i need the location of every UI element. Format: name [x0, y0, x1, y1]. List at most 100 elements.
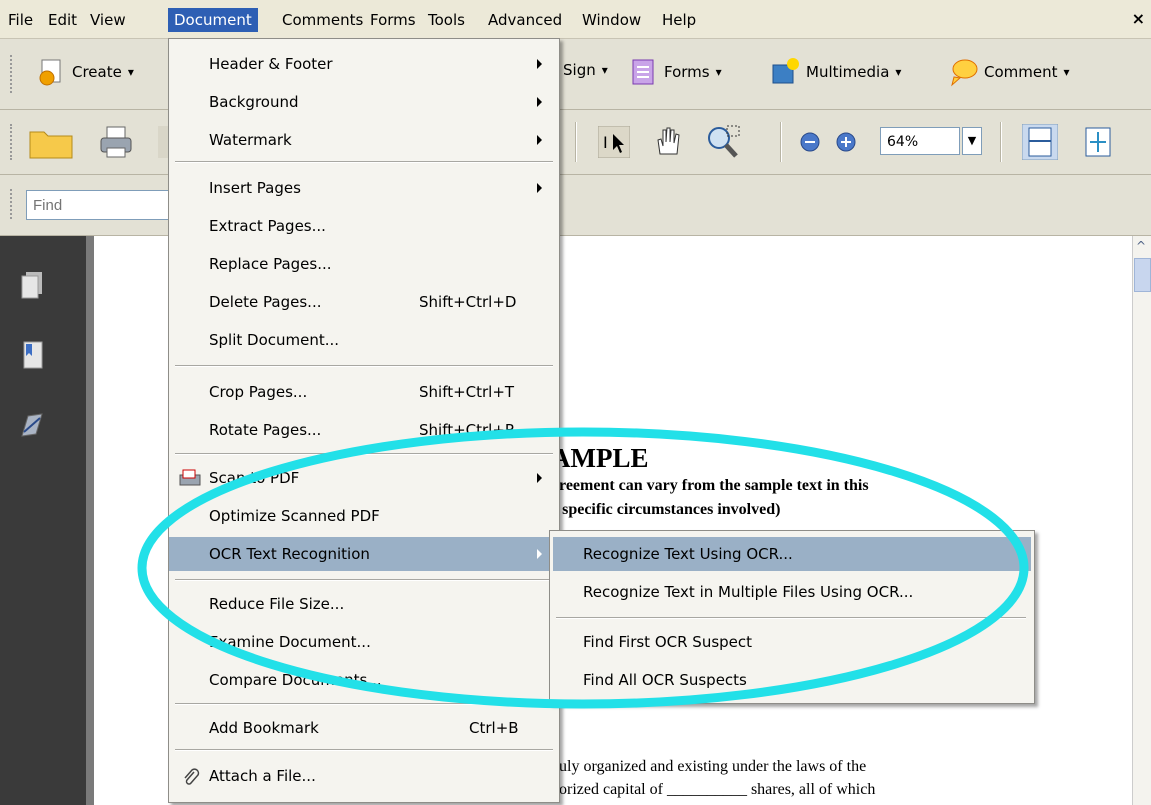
menu-item-split-document[interactable]: Split Document... — [169, 323, 559, 357]
pages-icon[interactable] — [20, 270, 44, 300]
doc-line: horized capital of __________ shares, al… — [551, 781, 876, 798]
bookmarks-icon[interactable] — [20, 340, 44, 370]
create-button[interactable]: Create ▾ — [36, 57, 134, 87]
menu-item-label: Compare Documents... — [209, 671, 382, 689]
menu-window[interactable]: Window — [576, 8, 647, 32]
close-icon[interactable]: × — [1132, 9, 1145, 28]
menu-item-header-footer[interactable]: Header & Footer — [169, 47, 559, 81]
menu-item-examine-document[interactable]: Examine Document... — [169, 625, 559, 659]
print-icon[interactable] — [98, 124, 134, 160]
menu-comments[interactable]: Comments — [276, 8, 369, 32]
menu-item-label: Extract Pages... — [209, 217, 326, 235]
menu-view[interactable]: View — [84, 8, 132, 32]
menu-item-reduce-file-size[interactable]: Reduce File Size... — [169, 587, 559, 621]
toolbar-partial-button[interactable] — [158, 126, 168, 158]
toolbar-grip[interactable] — [10, 124, 16, 160]
menu-item-replace-pages[interactable]: Replace Pages... — [169, 247, 559, 281]
menu-item-label: OCR Text Recognition — [209, 545, 370, 563]
menu-separator — [175, 703, 553, 705]
menu-item-shortcut: Shift+Ctrl+D — [419, 293, 517, 311]
zoom-dropdown-button[interactable]: ▼ — [962, 127, 982, 155]
multimedia-label: Multimedia — [806, 63, 890, 81]
menu-item-delete-pages[interactable]: Delete Pages... Shift+Ctrl+D — [169, 285, 559, 319]
menu-advanced[interactable]: Advanced — [482, 8, 568, 32]
submenu-arrow-icon — [537, 97, 542, 107]
toolbar-separator — [1000, 122, 1002, 162]
menu-item-recognize-multiple-files[interactable]: Recognize Text in Multiple Files Using O… — [553, 575, 1031, 609]
menu-item-rotate-pages[interactable]: Rotate Pages... Shift+Ctrl+R — [169, 413, 559, 447]
menu-item-scan-to-pdf[interactable]: Scan to PDF — [169, 461, 559, 495]
sign-button[interactable]: Sign ▾ — [563, 61, 608, 79]
menu-item-extract-pages[interactable]: Extract Pages... — [169, 209, 559, 243]
multimedia-button[interactable]: Multimedia ▾ — [770, 57, 901, 87]
comment-button[interactable]: Comment ▾ — [948, 57, 1070, 87]
doc-heading: AMPLE — [551, 443, 649, 473]
menu-help[interactable]: Help — [656, 8, 702, 32]
signatures-icon[interactable] — [20, 410, 44, 440]
menu-item-crop-pages[interactable]: Crop Pages... Shift+Ctrl+T — [169, 375, 559, 409]
menu-item-label: Scan to PDF — [209, 469, 300, 487]
vertical-scrollbar[interactable]: ^ — [1132, 236, 1151, 805]
menu-item-shortcut: Shift+Ctrl+T — [419, 383, 515, 401]
menu-item-compare-documents[interactable]: Compare Documents... — [169, 663, 559, 697]
menu-separator — [556, 617, 1026, 619]
hand-tool-icon[interactable] — [650, 124, 686, 160]
menu-item-label: Reduce File Size... — [209, 595, 345, 613]
fit-page-icon[interactable] — [1082, 126, 1114, 158]
menu-item-label: Recognize Text in Multiple Files Using O… — [583, 583, 914, 601]
find-input[interactable] — [26, 190, 176, 220]
open-folder-icon[interactable] — [28, 124, 74, 160]
submenu-arrow-icon — [537, 135, 542, 145]
menu-item-ocr-text-recognition[interactable]: OCR Text Recognition — [169, 537, 559, 571]
zoom-in-icon[interactable] — [836, 132, 856, 152]
create-pdf-icon — [39, 59, 61, 86]
document-menu: Header & Footer Background Watermark Ins… — [168, 38, 560, 803]
menu-item-find-all-ocr-suspects[interactable]: Find All OCR Suspects — [553, 663, 1031, 697]
scroll-up-icon[interactable]: ^ — [1136, 239, 1146, 253]
menu-tools[interactable]: Tools — [422, 8, 471, 32]
multimedia-icon — [772, 58, 799, 84]
select-tool-icon[interactable]: I — [598, 126, 630, 158]
scroll-thumb[interactable] — [1134, 258, 1151, 292]
menu-item-optimize-scanned-pdf[interactable]: Optimize Scanned PDF — [169, 499, 559, 533]
zoom-out-icon[interactable] — [800, 132, 820, 152]
menu-separator — [175, 161, 553, 163]
menu-file[interactable]: File — [2, 8, 39, 32]
menu-item-insert-pages[interactable]: Insert Pages — [169, 171, 559, 205]
menu-item-label: Replace Pages... — [209, 255, 332, 273]
scanner-icon — [179, 469, 201, 486]
forms-icon — [632, 59, 654, 85]
menu-item-add-bookmark[interactable]: Add Bookmark Ctrl+B — [169, 711, 559, 745]
paperclip-icon — [184, 768, 200, 785]
menu-item-watermark[interactable]: Watermark — [169, 123, 559, 157]
submenu-arrow-icon — [537, 59, 542, 69]
menu-item-background[interactable]: Background — [169, 85, 559, 119]
menu-separator — [175, 579, 553, 581]
menu-forms[interactable]: Forms — [364, 8, 422, 32]
chevron-down-icon: ▾ — [127, 65, 134, 79]
menu-item-recognize-text[interactable]: Recognize Text Using OCR... — [553, 537, 1031, 571]
menu-item-find-first-ocr-suspect[interactable]: Find First OCR Suspect — [553, 625, 1031, 659]
menu-item-label: Find First OCR Suspect — [583, 633, 753, 651]
toolbar-grip[interactable] — [10, 189, 16, 219]
menu-edit[interactable]: Edit — [42, 8, 83, 32]
forms-label: Forms — [664, 63, 710, 81]
zoom-level-field[interactable]: 64% — [880, 127, 960, 155]
menu-item-label: Examine Document... — [209, 633, 371, 651]
svg-text:I: I — [603, 133, 608, 152]
submenu-arrow-icon — [537, 183, 542, 193]
create-label: Create — [72, 63, 122, 81]
zoom-tool-icon[interactable] — [704, 124, 744, 160]
menu-item-label: Find All OCR Suspects — [583, 671, 747, 689]
toolbar-grip[interactable] — [10, 55, 16, 93]
comment-label: Comment — [984, 63, 1058, 81]
forms-button[interactable]: Forms ▾ — [628, 57, 722, 87]
menu-item-label: Rotate Pages... — [209, 421, 322, 439]
menu-item-shortcut: Shift+Ctrl+R — [419, 421, 516, 439]
menu-item-label: Add Bookmark — [209, 719, 319, 737]
fit-width-icon[interactable] — [1022, 124, 1058, 160]
toolbar-separator — [780, 122, 782, 162]
chevron-down-icon: ▾ — [895, 65, 902, 79]
menu-item-attach-file[interactable]: Attach a File... — [169, 759, 559, 793]
menu-document[interactable]: Document — [168, 8, 258, 32]
